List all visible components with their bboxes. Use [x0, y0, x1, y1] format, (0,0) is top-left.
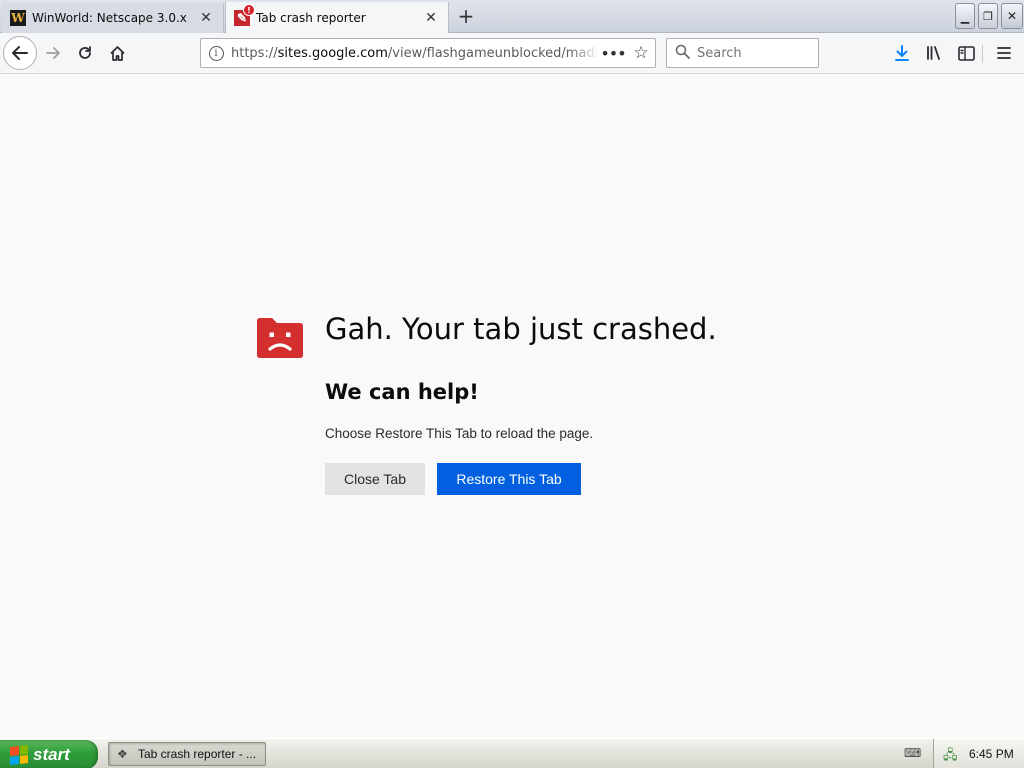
tab-title: Tab crash reporter — [256, 11, 366, 25]
reload-button[interactable] — [70, 38, 100, 68]
search-placeholder: Search — [697, 45, 742, 61]
network-icon[interactable]: 🖧 — [943, 746, 959, 762]
start-label: start — [33, 744, 70, 764]
library-icon — [927, 46, 940, 60]
crash-subtitle: We can help! — [325, 380, 479, 404]
crash-page: Gah. Your tab just crashed. We can help!… — [0, 74, 1024, 738]
close-tab-icon[interactable]: ✕ — [422, 9, 440, 27]
sad-tab-icon — [257, 318, 303, 358]
taskbar-item-label: Tab crash reporter - ... — [138, 747, 257, 761]
download-arrow-icon — [895, 45, 909, 61]
restore-window-button[interactable]: ❐ — [978, 3, 998, 29]
taskbar: start ❖ Tab crash reporter - ... ⌨ 🖧 6:4… — [0, 738, 1024, 768]
crash-description: Choose Restore This Tab to reload the pa… — [325, 426, 594, 441]
taskbar-item-browser[interactable]: ❖ Tab crash reporter - ... — [108, 742, 266, 766]
browser-app-icon: ❖ — [117, 747, 128, 761]
close-window-button[interactable]: ✕ — [1001, 3, 1023, 29]
start-button[interactable]: start — [0, 740, 98, 768]
hamburger-menu-icon — [997, 47, 1011, 59]
url-text[interactable]: https://sites.google.com/view/flashgameu… — [231, 46, 599, 61]
bookmark-star-icon[interactable]: ☆ — [627, 43, 655, 63]
clock[interactable]: 6:45 PM — [969, 747, 1014, 761]
toolbar-separator — [982, 45, 983, 63]
page-actions-icon[interactable]: ••• — [599, 44, 627, 63]
tab-strip: W WinWorld: Netscape 3.0.x ✕ ✎! Tab cras… — [0, 0, 1024, 34]
forward-button[interactable] — [38, 38, 68, 68]
navigation-toolbar: i https://sites.google.com/view/flashgam… — [0, 33, 1024, 74]
forward-arrow-icon — [46, 47, 60, 59]
back-button[interactable] — [3, 36, 37, 70]
address-bar[interactable]: i https://sites.google.com/view/flashgam… — [200, 38, 656, 68]
search-icon — [675, 44, 693, 63]
keyboard-layout-icon[interactable]: ⌨ — [904, 746, 921, 760]
sidebar-button[interactable] — [952, 38, 980, 68]
tab-winworld[interactable]: W WinWorld: Netscape 3.0.x ✕ — [2, 3, 224, 33]
crash-title: Gah. Your tab just crashed. — [325, 312, 717, 346]
site-info-icon[interactable]: i — [201, 45, 231, 61]
close-tab-icon[interactable]: ✕ — [197, 9, 215, 27]
tab-title: WinWorld: Netscape 3.0.x — [32, 11, 187, 25]
back-arrow-icon — [12, 46, 28, 60]
windows-logo-icon — [10, 744, 28, 765]
winworld-w-icon: W — [10, 10, 26, 26]
sidebar-icon — [957, 45, 975, 61]
search-input[interactable]: Search — [666, 38, 819, 68]
system-tray: 🖧 6:45 PM — [933, 739, 1024, 768]
restore-tab-button[interactable]: Restore This Tab — [437, 463, 581, 495]
menu-button[interactable] — [990, 38, 1018, 68]
library-button[interactable] — [920, 38, 948, 68]
close-tab-button[interactable]: Close Tab — [325, 463, 425, 495]
crash-reporter-icon: ✎! — [234, 4, 255, 26]
home-icon — [109, 45, 125, 61]
home-button[interactable] — [102, 38, 132, 68]
downloads-button[interactable] — [888, 38, 916, 68]
new-tab-button[interactable]: + — [455, 4, 477, 28]
minimize-button[interactable]: ▁ — [955, 3, 975, 29]
reload-icon — [79, 46, 91, 59]
tab-crash-reporter[interactable]: ✎! Tab crash reporter ✕ — [225, 2, 449, 34]
